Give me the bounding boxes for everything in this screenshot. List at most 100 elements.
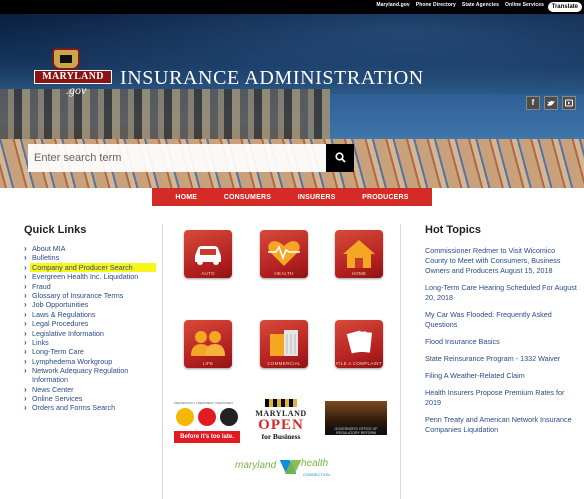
tile-label: AUTO	[201, 271, 215, 276]
quick-link-item[interactable]: › Links	[24, 338, 156, 347]
utility-link-phone-directory[interactable]: Phone Directory	[416, 2, 456, 8]
facebook-icon[interactable]: f	[526, 96, 540, 110]
chevron-right-icon: ›	[24, 300, 27, 310]
hot-topic-link[interactable]: State Reinsurance Program - 1332 Waiver	[425, 354, 577, 371]
quick-link-item[interactable]: › Orders and Forms Search	[24, 403, 156, 412]
quick-links-list: › About MIA › Bulletins › Company and Produce…	[24, 244, 156, 413]
utility-link-maryland-gov[interactable]: Maryland.gov	[376, 2, 409, 8]
chevron-right-icon: ›	[24, 347, 27, 357]
chevron-right-icon: ›	[24, 272, 27, 282]
hero-banner: MARYLAND .gov INSURANCE ADMINISTRATION f	[0, 14, 584, 188]
translate-button[interactable]: Translate	[547, 2, 582, 12]
tile-label: LIFE	[202, 361, 214, 366]
chevron-right-icon: ›	[24, 366, 27, 376]
quick-link-label[interactable]: About MIA	[32, 244, 156, 253]
chat-bubble-icon	[176, 408, 194, 426]
utility-link-online-services[interactable]: Online Services	[505, 2, 544, 8]
quick-link-label[interactable]: Job Opportunities	[32, 300, 156, 309]
file-complaint-tile[interactable]: FILE A COMPLAINT	[335, 320, 383, 368]
quick-links-heading: Quick Links	[24, 224, 87, 236]
quick-link-label[interactable]: Bulletins	[32, 253, 156, 262]
hot-topic-link[interactable]: Flood Insurance Basics	[425, 337, 577, 354]
quick-link-label[interactable]: Lymphedema Workgroup	[32, 357, 156, 366]
tile-label: HEALTH	[274, 271, 294, 276]
quick-link-item[interactable]: › Legal Procedures	[24, 319, 156, 328]
hot-topic-link[interactable]: Filing A Weather-Related Claim	[425, 371, 577, 388]
quick-link-item[interactable]: › Laws & Regulations	[24, 310, 156, 319]
open-word: OPEN	[258, 417, 304, 433]
quick-link-item[interactable]: › Fraud	[24, 282, 156, 291]
quick-link-label[interactable]: Legal Procedures	[32, 319, 156, 328]
quick-link-item[interactable]: › Job Opportunities	[24, 300, 156, 309]
quick-link-label[interactable]: Glossary of Insurance Terms	[32, 291, 156, 300]
quick-link-label[interactable]: Orders and Forms Search	[32, 403, 156, 412]
chevron-right-icon: ›	[24, 384, 27, 394]
tile-label: HOME	[351, 271, 367, 276]
state-seal-icon	[52, 48, 80, 70]
quick-link-item[interactable]: › Glossary of Insurance Terms	[24, 291, 156, 300]
hot-topic-link[interactable]: My Car Was Flooded: Frequently Asked Que…	[425, 310, 577, 337]
chevron-right-icon: ›	[24, 394, 27, 404]
chevron-right-icon: ›	[24, 290, 27, 300]
quick-link-item[interactable]: › News Center	[24, 385, 156, 394]
quick-link-label[interactable]: Company and Producer Search	[30, 262, 156, 272]
quick-link-item[interactable]: › Long-Term Care	[24, 347, 156, 356]
quick-link-item[interactable]: › Evergreen Health Inc. Liquidation	[24, 272, 156, 281]
nav-insurers[interactable]: INSURERS	[298, 194, 336, 201]
quick-link-label[interactable]: Links	[32, 338, 156, 347]
hot-topic-link[interactable]: Penn Treaty and American Network Insuran…	[425, 415, 577, 442]
utility-bar: Maryland.gov Phone Directory State Agenc…	[0, 0, 584, 14]
chevron-right-icon: ›	[24, 356, 27, 366]
home-tile[interactable]: HOME	[335, 230, 383, 278]
photo-caption: GOVERNOR'S OFFICE OF REGULATORY REFORM	[325, 427, 387, 435]
health-tile[interactable]: HEALTH	[260, 230, 308, 278]
quick-link-label[interactable]: Evergreen Health Inc. Liquidation	[32, 272, 156, 281]
chevron-right-icon: ›	[24, 328, 27, 338]
regulatory-reform-logo[interactable]: GOVERNOR'S OFFICE OF REGULATORY REFORM	[325, 401, 387, 435]
chevron-right-icon: ›	[24, 319, 27, 329]
auto-tile[interactable]: AUTO	[184, 230, 232, 278]
utility-links: Maryland.gov Phone Directory State Agenc…	[376, 2, 544, 8]
search-button[interactable]	[326, 144, 354, 172]
utility-link-state-agencies[interactable]: State Agencies	[462, 2, 499, 8]
hot-topic-link[interactable]: Long-Term Care Hearing Scheduled For Aug…	[425, 283, 577, 310]
youtube-icon[interactable]	[562, 96, 576, 110]
quick-link-item[interactable]: › About MIA	[24, 244, 156, 253]
quick-link-item[interactable]: › Network Adequacy Regulation Information	[24, 366, 156, 384]
chevron-right-icon: ›	[24, 309, 27, 319]
column-divider	[400, 224, 401, 499]
quick-link-label[interactable]: Network Adequacy Regulation Information	[32, 366, 156, 384]
nav-home[interactable]: HOME	[175, 194, 197, 201]
quick-link-label[interactable]: Legislative Information	[32, 329, 156, 338]
maryland-health-connection-logo[interactable]: maryland health CONNECTION	[235, 456, 345, 480]
quick-link-label[interactable]: News Center	[32, 385, 156, 394]
nav-producers[interactable]: PRODUCERS	[362, 194, 409, 201]
maryland-open-for-business-logo[interactable]: MARYLAND OPEN for Business	[245, 399, 317, 447]
quick-link-item[interactable]: › Legislative Information	[24, 329, 156, 338]
quick-link-item[interactable]: › Company and Producer Search	[24, 262, 156, 272]
hot-topic-link[interactable]: Commissioner Redmer to Visit Wicomico Co…	[425, 246, 577, 283]
life-tile[interactable]: LIFE	[184, 320, 232, 368]
quick-link-item[interactable]: › Lymphedema Workgroup	[24, 357, 156, 366]
before-its-too-late-logo[interactable]: PREVENTION | TREATMENT | RECOVERY Before…	[174, 401, 240, 443]
quick-link-label[interactable]: Fraud	[32, 282, 156, 291]
commercial-tile[interactable]: COMMERCIAL	[260, 320, 308, 368]
hot-topics: Hot Topics Commissioner Redmer to Visit …	[425, 224, 577, 442]
quick-link-label[interactable]: Online Services	[32, 394, 156, 403]
logo-wordmark: MARYLAND	[34, 70, 112, 84]
search-input[interactable]	[28, 144, 326, 172]
hot-topic-link[interactable]: Health Insurers Propose Premium Rates fo…	[425, 388, 577, 415]
nav-consumers[interactable]: CONSUMERS	[224, 194, 271, 201]
chevron-right-icon: ›	[24, 244, 27, 253]
quick-link-label[interactable]: Long-Term Care	[32, 347, 156, 356]
maryland-flag-icon	[265, 399, 297, 407]
site-title[interactable]: INSURANCE ADMINISTRATION	[120, 67, 424, 90]
twitter-icon[interactable]	[544, 96, 558, 110]
maryland-gov-logo[interactable]: MARYLAND .gov	[34, 48, 112, 98]
mhc-word-maryland: maryland	[235, 460, 277, 471]
bubbles-strip: PREVENTION | TREATMENT | RECOVERY	[174, 401, 234, 405]
quick-link-label[interactable]: Laws & Regulations	[32, 310, 156, 319]
site-search	[28, 144, 354, 172]
quick-link-item[interactable]: › Bulletins	[24, 253, 156, 262]
quick-link-item[interactable]: › Online Services	[24, 394, 156, 403]
